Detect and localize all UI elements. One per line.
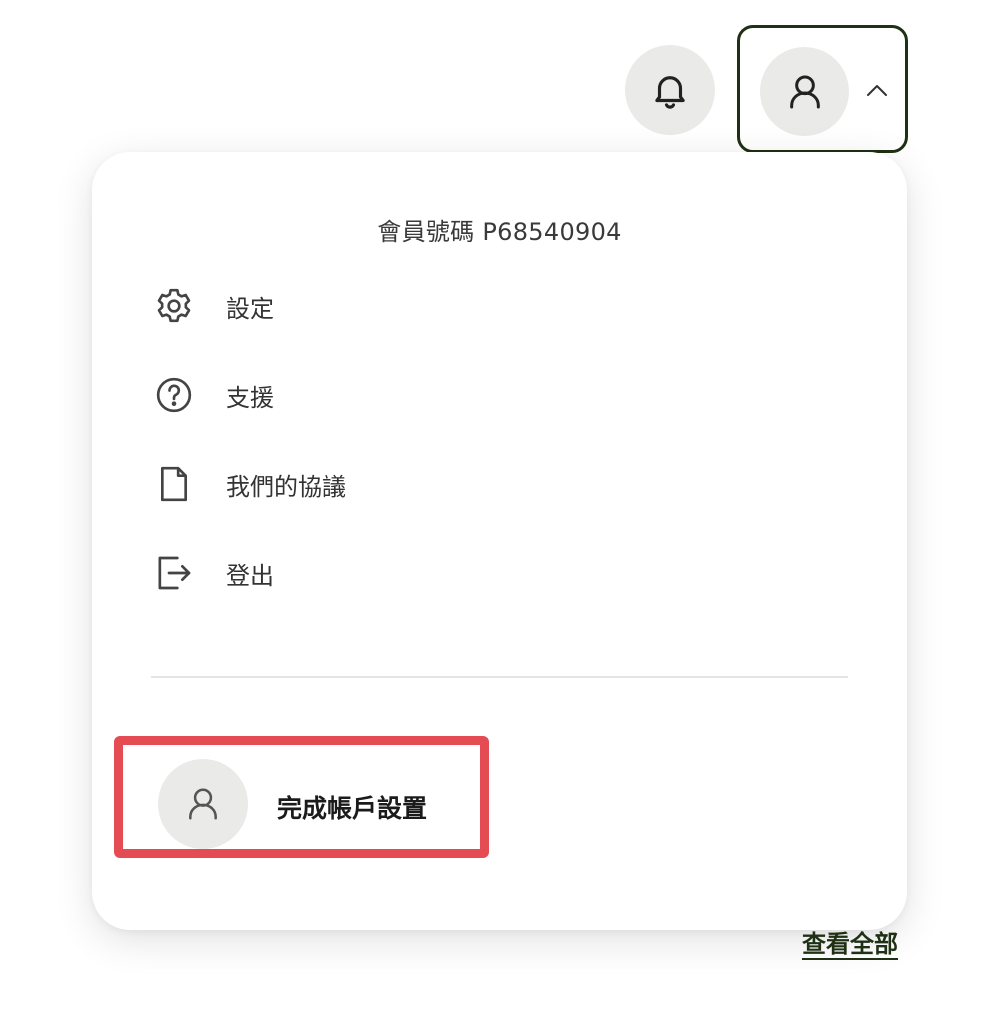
logout-icon	[152, 551, 196, 595]
member-id: 會員號碼 P68540904	[377, 218, 622, 246]
chevron-up-icon	[864, 80, 890, 100]
menu-item-logout[interactable]: 登出	[152, 543, 792, 603]
menu-item-agreements[interactable]: 我們的協議	[152, 454, 792, 514]
complete-account-setup-button[interactable]: 完成帳戶設置	[114, 736, 489, 858]
complete-setup-label: 完成帳戶設置	[277, 794, 428, 823]
menu-item-label: 支援	[226, 383, 274, 412]
user-icon	[189, 788, 217, 820]
notifications-button[interactable]	[625, 45, 715, 135]
account-menu-toggle[interactable]	[737, 25, 908, 153]
gear-icon	[152, 284, 196, 328]
avatar	[158, 759, 248, 849]
menu-item-label: 設定	[226, 294, 274, 323]
avatar	[760, 47, 849, 136]
menu-item-settings[interactable]: 設定	[152, 276, 792, 336]
document-icon	[152, 462, 196, 506]
menu-item-label: 我們的協議	[226, 472, 346, 501]
view-all-link[interactable]: 查看全部	[802, 924, 898, 959]
account-dropdown-menu: 會員號碼 P68540904 設定 支援 我們的協議 登出 完成帳戶設置	[92, 152, 907, 930]
menu-item-label: 登出	[226, 561, 274, 590]
question-circle-icon	[152, 373, 196, 417]
divider	[151, 676, 848, 678]
bell-icon	[655, 76, 685, 109]
menu-item-support[interactable]: 支援	[152, 365, 792, 425]
user-icon	[789, 75, 820, 108]
